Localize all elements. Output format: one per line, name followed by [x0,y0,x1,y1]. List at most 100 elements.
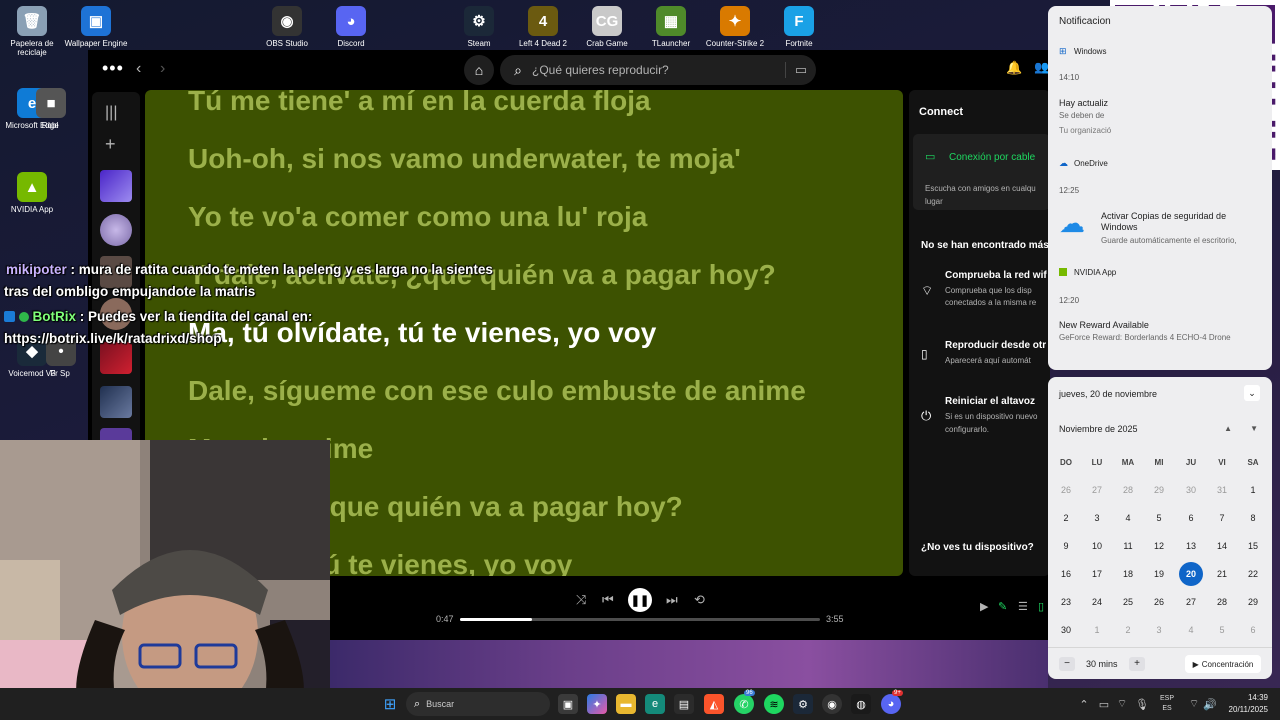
friends-icon[interactable]: 👥 [1034,60,1049,74]
tray-app-icon[interactable]: ▭ [1094,694,1114,714]
network-icon[interactable]: ⌔ [1112,694,1132,714]
calendar-day[interactable]: 29 [1147,478,1171,502]
brave-icon[interactable]: ◭ [704,694,724,714]
taskbar-search[interactable]: ⌕ Buscar [406,692,550,716]
notif-title[interactable]: New Reward Available [1059,320,1149,330]
calendar-day[interactable]: 9 [1054,534,1078,558]
chat-link[interactable]: https://botrix.live/k/ratadrixd/shop [4,331,222,346]
calendar-day[interactable]: 21 [1210,562,1234,586]
notif-title[interactable]: Hay actualiz [1059,98,1108,108]
calendar-day[interactable]: 31 [1210,478,1234,502]
library-icon[interactable]: ||| [105,104,117,122]
store-icon[interactable]: ▤ [674,694,694,714]
lyric-line[interactable]: Uoh-oh, si nos vamo underwater, te moja' [188,143,741,175]
calendar-day[interactable]: 16 [1054,562,1078,586]
calendar-day[interactable]: 11 [1116,534,1140,558]
microphone-icon[interactable]: 🎙 [1132,694,1152,714]
copilot-icon[interactable]: ✦ [587,694,607,714]
collapse-chevron-icon[interactable]: ⌄ [1244,385,1260,401]
now-playing-view-icon[interactable]: ▶ [980,600,988,613]
start-icon[interactable]: ⊞ [380,694,400,714]
calendar-day[interactable]: 4 [1116,506,1140,530]
queue-icon[interactable]: ☰ [1018,600,1028,613]
calendar-day[interactable]: 10 [1085,534,1109,558]
tray-chevron-icon[interactable]: ⌃ [1074,694,1094,714]
app-icon[interactable]: ◍ [851,694,871,714]
calendar-day[interactable]: 30 [1054,618,1078,642]
calendar-day[interactable]: 26 [1054,478,1078,502]
forward-arrow-icon[interactable]: › [160,60,165,78]
obs-icon[interactable]: ◉ [822,694,842,714]
calendar-day[interactable]: 27 [1085,478,1109,502]
file-explorer-icon[interactable]: ▬ [616,694,636,714]
desktop-icon[interactable]: ■ Robl [36,88,66,130]
volume-icon[interactable]: 🔊 [1200,694,1220,714]
calendar-day[interactable]: 28 [1210,590,1234,614]
calendar-day[interactable]: 6 [1241,618,1265,642]
calendar-day[interactable]: 17 [1085,562,1109,586]
calendar-day[interactable]: 4 [1179,618,1203,642]
wired-connection-card[interactable]: ▭ Conexión por cable Escucha con amigos … [913,134,1050,210]
steam-icon[interactable]: ⚙ [793,694,813,714]
desktop-icon[interactable]: 4 Left 4 Dead 2 [508,6,578,48]
lyric-line[interactable]: Dale, sígueme con ese culo embuste de an… [188,375,806,407]
calendar-day[interactable]: 24 [1085,590,1109,614]
calendar-day[interactable]: 2 [1054,506,1078,530]
library-tile[interactable] [100,342,132,374]
calendar-day[interactable]: 30 [1179,478,1203,502]
whatsapp-icon[interactable]: ✆ [734,694,754,714]
library-tile[interactable] [100,386,132,418]
calendar-day[interactable]: 18 [1116,562,1140,586]
shuffle-icon[interactable]: ⤨ [576,592,586,608]
calendar-day[interactable]: 2 [1116,618,1140,642]
pause-button[interactable]: ❚❚ [628,588,652,612]
liked-songs-tile[interactable] [100,170,132,202]
spotify-icon[interactable]: ≋ [764,694,784,714]
calendar-day[interactable]: 8 [1241,506,1265,530]
calendar-day[interactable]: 27 [1179,590,1203,614]
calendar-day[interactable]: 3 [1147,618,1171,642]
calendar-day[interactable]: 28 [1116,478,1140,502]
calendar-day[interactable]: 5 [1210,618,1234,642]
add-icon[interactable]: + [105,134,116,155]
task-view-icon[interactable]: ▣ [558,694,578,714]
desktop-icon[interactable]: ◉ OBS Studio [252,6,322,48]
lyrics-icon[interactable]: ✎ [998,600,1007,613]
home-button[interactable]: ⌂ [464,55,494,85]
language-indicator[interactable]: ESP ES [1160,694,1174,714]
menu-dots-icon[interactable]: ••• [102,58,124,79]
desktop-icon[interactable]: ▦ TLauncher [636,6,706,48]
taskbar-search-input[interactable]: Buscar [426,699,454,709]
desktop-icon[interactable]: F Fortnite [764,6,834,48]
discord-icon[interactable]: ◕ [881,694,901,714]
search-bar[interactable]: ⌕ ¿Qué quieres reproducir? ▭ [500,55,816,85]
desktop-icon[interactable]: ▲ NVIDIA App [0,172,67,214]
desktop-icon[interactable]: 🗑 Papelera de reciclaje [0,6,67,57]
search-input[interactable]: ¿Qué quieres reproducir? [532,63,785,77]
calendar-day[interactable]: 14 [1210,534,1234,558]
connect-device-icon[interactable]: ▯ [1038,600,1044,613]
calendar-month[interactable]: Noviembre de 2025 [1059,424,1138,434]
calendar-day[interactable]: 12 [1147,534,1171,558]
prev-month-icon[interactable]: ▲ [1224,424,1232,433]
increase-button[interactable]: + [1129,657,1145,671]
calendar-day[interactable]: 26 [1147,590,1171,614]
calendar-day[interactable]: 25 [1116,590,1140,614]
desktop-icon[interactable]: ◕ Discord [316,6,386,48]
desktop-icon[interactable]: ▣ Wallpaper Engine [61,6,131,48]
back-arrow-icon[interactable]: ‹ [136,60,141,78]
calendar-day[interactable]: 15 [1241,534,1265,558]
calendar-day-today[interactable]: 20 [1179,562,1203,586]
browse-icon[interactable]: ▭ [785,62,816,78]
focus-button[interactable]: ▶ Concentración [1185,655,1261,673]
next-icon[interactable]: ⏭ [666,592,678,608]
calendar-day[interactable]: 3 [1085,506,1109,530]
edge-icon[interactable]: e [645,694,665,714]
progress-bar[interactable] [460,618,820,621]
calendar-day[interactable]: 23 [1054,590,1078,614]
calendar-day[interactable]: 19 [1147,562,1171,586]
calendar-day[interactable]: 5 [1147,506,1171,530]
clock[interactable]: 14:39 20/11/2025 [1229,692,1268,716]
previous-icon[interactable]: ⏮ [602,592,614,608]
calendar-day[interactable]: 1 [1085,618,1109,642]
